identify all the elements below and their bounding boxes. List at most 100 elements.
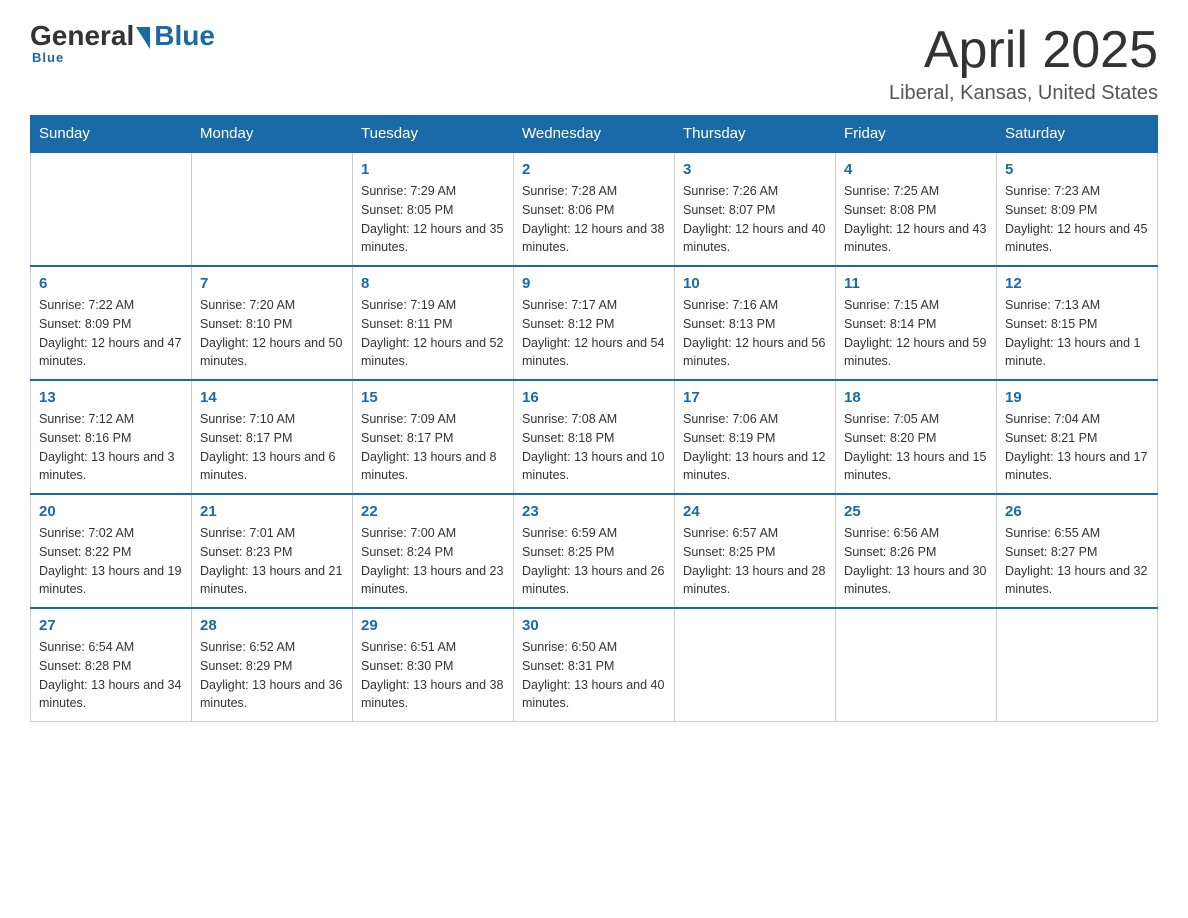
day-info: Sunrise: 7:22 AMSunset: 8:09 PMDaylight:… [39, 296, 183, 371]
calendar-cell: 5 Sunrise: 7:23 AMSunset: 8:09 PMDaylight… [997, 153, 1158, 267]
day-info: Sunrise: 7:02 AMSunset: 8:22 PMDaylight:… [39, 524, 183, 599]
day-info: Sunrise: 7:10 AMSunset: 8:17 PMDaylight:… [200, 410, 344, 485]
calendar-cell: 27Sunrise: 6:54 AMSunset: 8:28 PMDayligh… [31, 608, 192, 722]
day-info: Sunrise: 6:54 AMSunset: 8:28 PMDaylight:… [39, 638, 183, 713]
day-number: 3 [683, 161, 827, 178]
calendar-location: Liberal, Kansas, United States [889, 82, 1158, 105]
calendar-cell: 13 Sunrise: 7:12 AMSunset: 8:16 PMDayligh… [31, 380, 192, 494]
calendar-cell: 14 Sunrise: 7:10 AMSunset: 8:17 PMDayligh… [192, 380, 353, 494]
day-info: Sunrise: 6:50 AMSunset: 8:31 PMDaylight:… [522, 638, 666, 713]
day-number: 24 [683, 503, 827, 520]
day-number: 18 [844, 389, 988, 406]
day-info: Sunrise: 7:04 AMSunset: 8:21 PMDaylight:… [1005, 410, 1149, 485]
day-number: 6 [39, 275, 183, 292]
day-info: Sunrise: 7:13 AMSunset: 8:15 PMDaylight:… [1005, 296, 1149, 371]
day-number: 9 [522, 275, 666, 292]
calendar-cell: 1 Sunrise: 7:29 AMSunset: 8:05 PMDaylight… [353, 153, 514, 267]
calendar-cell: 16 Sunrise: 7:08 AMSunset: 8:18 PMDayligh… [514, 380, 675, 494]
day-number: 2 [522, 161, 666, 178]
calendar-cell: 30 Sunrise: 6:50 AMSunset: 8:31 PMDayligh… [514, 608, 675, 722]
day-number: 26 [1005, 503, 1149, 520]
calendar-cell: 24 Sunrise: 6:57 AMSunset: 8:25 PMDayligh… [675, 494, 836, 608]
calendar-cell: 8 Sunrise: 7:19 AMSunset: 8:11 PMDaylight… [353, 266, 514, 380]
day-info: Sunrise: 7:29 AMSunset: 8:05 PMDaylight:… [361, 182, 505, 257]
calendar-cell: 25 Sunrise: 6:56 AMSunset: 8:26 PMDayligh… [836, 494, 997, 608]
day-number: 21 [200, 503, 344, 520]
day-number: 25 [844, 503, 988, 520]
logo-general-text: General [30, 20, 134, 52]
day-info: Sunrise: 7:25 AMSunset: 8:08 PMDaylight:… [844, 182, 988, 257]
day-info: Sunrise: 7:01 AMSunset: 8:23 PMDaylight:… [200, 524, 344, 599]
calendar-week-row: 13 Sunrise: 7:12 AMSunset: 8:16 PMDayligh… [31, 380, 1158, 494]
calendar-title: April 2025 [889, 20, 1158, 80]
calendar-cell: 3 Sunrise: 7:26 AMSunset: 8:07 PMDaylight… [675, 153, 836, 267]
calendar-table: Sunday Monday Tuesday Wednesday Thursday… [30, 115, 1158, 722]
header-tuesday: Tuesday [353, 115, 514, 153]
day-info: Sunrise: 6:52 AMSunset: 8:29 PMDaylight:… [200, 638, 344, 713]
logo-blue-text: Blue [154, 20, 215, 52]
calendar-cell: 4 Sunrise: 7:25 AMSunset: 8:08 PMDaylight… [836, 153, 997, 267]
day-number: 14 [200, 389, 344, 406]
day-number: 12 [1005, 275, 1149, 292]
day-info: Sunrise: 7:15 AMSunset: 8:14 PMDaylight:… [844, 296, 988, 371]
calendar-cell [836, 608, 997, 722]
day-number: 8 [361, 275, 505, 292]
day-info: Sunrise: 6:55 AMSunset: 8:27 PMDaylight:… [1005, 524, 1149, 599]
day-number: 13 [39, 389, 183, 406]
header-saturday: Saturday [997, 115, 1158, 153]
day-number: 11 [844, 275, 988, 292]
day-number: 17 [683, 389, 827, 406]
day-info: Sunrise: 7:12 AMSunset: 8:16 PMDaylight:… [39, 410, 183, 485]
calendar-cell: 18 Sunrise: 7:05 AMSunset: 8:20 PMDayligh… [836, 380, 997, 494]
calendar-week-row: 27Sunrise: 6:54 AMSunset: 8:28 PMDayligh… [31, 608, 1158, 722]
calendar-cell: 7 Sunrise: 7:20 AMSunset: 8:10 PMDaylight… [192, 266, 353, 380]
day-number: 30 [522, 617, 666, 634]
day-info: Sunrise: 7:17 AMSunset: 8:12 PMDaylight:… [522, 296, 666, 371]
day-number: 28 [200, 617, 344, 634]
day-number: 20 [39, 503, 183, 520]
day-info: Sunrise: 6:57 AMSunset: 8:25 PMDaylight:… [683, 524, 827, 599]
calendar-cell: 26 Sunrise: 6:55 AMSunset: 8:27 PMDayligh… [997, 494, 1158, 608]
calendar-week-row: 20 Sunrise: 7:02 AMSunset: 8:22 PMDayligh… [31, 494, 1158, 608]
day-info: Sunrise: 7:16 AMSunset: 8:13 PMDaylight:… [683, 296, 827, 371]
day-info: Sunrise: 7:19 AMSunset: 8:11 PMDaylight:… [361, 296, 505, 371]
day-number: 16 [522, 389, 666, 406]
day-info: Sunrise: 6:51 AMSunset: 8:30 PMDaylight:… [361, 638, 505, 713]
day-info: Sunrise: 7:23 AMSunset: 8:09 PMDaylight:… [1005, 182, 1149, 257]
calendar-cell: 28 Sunrise: 6:52 AMSunset: 8:29 PMDayligh… [192, 608, 353, 722]
header-monday: Monday [192, 115, 353, 153]
day-info: Sunrise: 7:20 AMSunset: 8:10 PMDaylight:… [200, 296, 344, 371]
day-number: 29 [361, 617, 505, 634]
day-info: Sunrise: 6:56 AMSunset: 8:26 PMDaylight:… [844, 524, 988, 599]
calendar-cell: 29 Sunrise: 6:51 AMSunset: 8:30 PMDayligh… [353, 608, 514, 722]
calendar-cell: 10 Sunrise: 7:16 AMSunset: 8:13 PMDayligh… [675, 266, 836, 380]
calendar-cell: 12 Sunrise: 7:13 AMSunset: 8:15 PMDayligh… [997, 266, 1158, 380]
calendar-cell: 19Sunrise: 7:04 AMSunset: 8:21 PMDayligh… [997, 380, 1158, 494]
calendar-cell: 17Sunrise: 7:06 AMSunset: 8:19 PMDayligh… [675, 380, 836, 494]
calendar-cell: 11 Sunrise: 7:15 AMSunset: 8:14 PMDayligh… [836, 266, 997, 380]
header-wednesday: Wednesday [514, 115, 675, 153]
calendar-cell: 2Sunrise: 7:28 AMSunset: 8:06 PMDaylight… [514, 153, 675, 267]
day-info: Sunrise: 7:05 AMSunset: 8:20 PMDaylight:… [844, 410, 988, 485]
day-number: 10 [683, 275, 827, 292]
day-number: 5 [1005, 161, 1149, 178]
header-friday: Friday [836, 115, 997, 153]
calendar-cell: 22 Sunrise: 7:00 AMSunset: 8:24 PMDayligh… [353, 494, 514, 608]
day-number: 23 [522, 503, 666, 520]
day-number: 7 [200, 275, 344, 292]
title-section: April 2025 Liberal, Kansas, United State… [889, 20, 1158, 105]
day-info: Sunrise: 7:00 AMSunset: 8:24 PMDaylight:… [361, 524, 505, 599]
calendar-cell: 15Sunrise: 7:09 AMSunset: 8:17 PMDayligh… [353, 380, 514, 494]
header-thursday: Thursday [675, 115, 836, 153]
logo-triangle-icon [136, 27, 150, 49]
calendar-week-row: 1 Sunrise: 7:29 AMSunset: 8:05 PMDaylight… [31, 153, 1158, 267]
calendar-cell [997, 608, 1158, 722]
day-number: 4 [844, 161, 988, 178]
calendar-cell [675, 608, 836, 722]
calendar-header-row: Sunday Monday Tuesday Wednesday Thursday… [31, 115, 1158, 153]
day-number: 1 [361, 161, 505, 178]
day-info: Sunrise: 7:26 AMSunset: 8:07 PMDaylight:… [683, 182, 827, 257]
day-info: Sunrise: 7:08 AMSunset: 8:18 PMDaylight:… [522, 410, 666, 485]
calendar-cell [192, 153, 353, 267]
day-number: 22 [361, 503, 505, 520]
